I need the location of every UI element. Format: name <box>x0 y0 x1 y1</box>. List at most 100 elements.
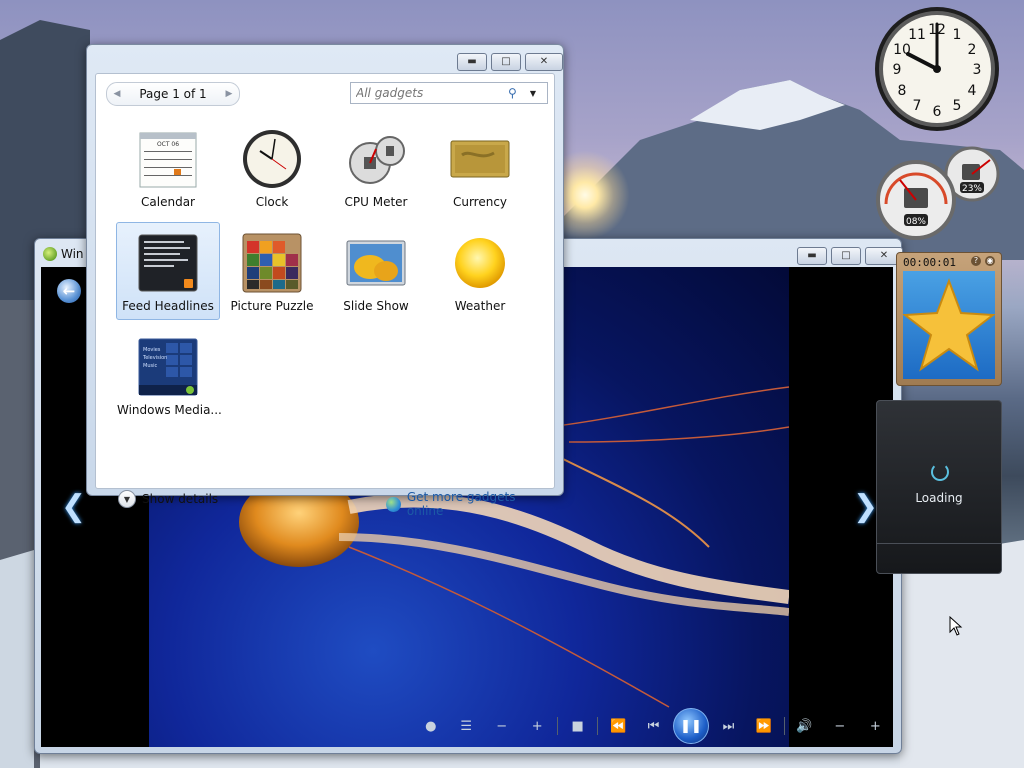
loading-spinner-icon <box>931 463 949 481</box>
gadget-search-box[interactable]: ⚲ ▼ <box>350 82 548 104</box>
stop-button[interactable]: ■ <box>560 708 595 744</box>
cpu-percent: 08% <box>906 217 926 227</box>
list-icon[interactable]: ☰ <box>448 708 483 744</box>
gadget-name: CPU Meter <box>344 195 408 209</box>
clock-number: 11 <box>908 27 926 43</box>
gadget-name: Picture Puzzle <box>230 299 314 313</box>
picture-puzzle-icon <box>242 233 302 293</box>
slide-show-icon <box>346 240 406 286</box>
gadget-name: Clock <box>255 195 289 209</box>
maximize-button[interactable]: □ <box>831 247 861 265</box>
gadget-tile-cpu-meter[interactable]: CPU Meter <box>324 118 428 216</box>
volume-up-button[interactable]: + <box>858 708 893 744</box>
memory-percent: 23% <box>962 184 982 194</box>
record-dot-icon[interactable]: ● <box>413 708 448 744</box>
clock-number: 8 <box>898 83 907 99</box>
chevron-down-icon[interactable]: ▼ <box>524 89 542 98</box>
next-arrow-icon[interactable]: ❯ <box>853 489 878 524</box>
clock-number: 9 <box>893 62 902 78</box>
puzzle-picture[interactable] <box>902 271 996 379</box>
clock-number: 2 <box>968 42 977 58</box>
gadget-name: Feed Headlines <box>122 299 214 313</box>
gadget-tile-picture-puzzle[interactable]: Picture Puzzle <box>220 222 324 320</box>
gadget-tile-calendar[interactable]: OCT 06 Calendar <box>116 118 220 216</box>
gallery-window-controls: ▬ □ ✕ <box>457 53 563 71</box>
clock-number: 4 <box>968 83 977 99</box>
divider <box>877 543 1001 544</box>
mouse-cursor-icon <box>949 616 963 636</box>
calendar-icon: OCT 06 <box>139 132 197 188</box>
clock-number: 1 <box>953 27 962 43</box>
cpu-meter-icon <box>349 136 405 184</box>
gadget-tile-currency[interactable]: Currency <box>428 118 532 216</box>
volume-down-button[interactable]: − <box>822 708 857 744</box>
chevron-down-icon[interactable]: ▼ <box>118 490 136 508</box>
calendar-month: OCT 06 <box>157 141 179 148</box>
zoom-out-button[interactable]: − <box>484 708 519 744</box>
sidebar-feed-headlines-gadget[interactable]: Loading <box>876 400 1002 574</box>
gadget-tile-windows-media[interactable]: Movies Television Music Windows Media... <box>116 326 222 424</box>
back-button[interactable]: ← <box>57 279 81 303</box>
media-player-logo-icon <box>43 247 57 261</box>
gadget-name: Currency <box>452 195 508 209</box>
close-button[interactable]: ✕ <box>525 53 563 71</box>
page-prev-button[interactable]: ◀ <box>107 84 127 104</box>
get-more-gadgets-link[interactable]: Get more gadgets online <box>386 490 554 518</box>
gadget-tile-clock[interactable]: Clock <box>220 118 324 216</box>
media-player-title: Win <box>61 247 84 261</box>
previous-arrow-icon[interactable]: ❮ <box>61 489 86 524</box>
gadget-name: Slide Show <box>343 299 409 313</box>
sun-icon <box>455 238 505 288</box>
help-icon[interactable]: ? <box>971 256 981 266</box>
media-window-controls: ▬ □ ✕ <box>797 247 903 265</box>
clock-number: 7 <box>913 98 922 114</box>
rewind-button[interactable]: ⏪ <box>600 708 635 744</box>
page-label: Page 1 of 1 <box>139 87 207 101</box>
clock-icon <box>243 130 301 188</box>
gadget-name: Windows Media... <box>117 403 222 417</box>
gadget-tile-slide-show[interactable]: Slide Show <box>324 222 428 320</box>
show-details-toggle[interactable]: ▼ Show details <box>118 490 218 508</box>
next-button[interactable]: ⏭ <box>711 708 746 744</box>
sidebar-clock-gadget[interactable]: 12 1 2 3 4 5 6 7 8 9 10 11 <box>874 6 1000 132</box>
minimize-button[interactable]: ▬ <box>457 53 487 71</box>
wmp-tile-item: Movies <box>143 347 161 353</box>
pause-button[interactable]: ❚❚ <box>673 708 709 744</box>
previous-button[interactable]: ⏮ <box>636 708 671 744</box>
puzzle-timer: 00:00:01 <box>903 256 956 269</box>
clock-number: 3 <box>973 62 982 78</box>
wmp-tile-item: Music <box>143 363 157 369</box>
zoom-in-button[interactable]: + <box>519 708 554 744</box>
search-icon[interactable]: ⚲ <box>508 86 524 100</box>
gadget-tile-weather[interactable]: Weather <box>428 222 532 320</box>
fast-forward-button[interactable]: ⏩ <box>746 708 781 744</box>
clock-number: 5 <box>953 98 962 114</box>
media-player-titlebar[interactable]: Win <box>43 247 84 261</box>
separator <box>556 717 558 735</box>
playback-controls: ● ☰ − + ■ ⏪ ⏮ ❚❚ ⏭ ⏩ 🔊 − + <box>413 705 893 747</box>
feed-headlines-icon <box>138 234 198 292</box>
separator <box>597 717 599 735</box>
separator <box>783 717 785 735</box>
get-more-label: Get more gadgets online <box>406 490 516 518</box>
currency-icon <box>450 140 510 178</box>
gadget-name: Weather <box>454 299 506 313</box>
gadget-gallery-window[interactable]: ▬ □ ✕ ◀ Page 1 of 1 ▶ ⚲ ▼ OCT 06 <box>86 44 564 518</box>
maximize-button[interactable]: □ <box>491 53 521 71</box>
wmp-tile-item: Television <box>142 355 167 361</box>
show-details-label: Show details <box>142 492 219 506</box>
volume-icon[interactable]: 🔊 <box>787 708 822 744</box>
star-icon <box>902 278 996 372</box>
gadget-tile-feed-headlines[interactable]: Feed Headlines <box>116 222 220 320</box>
clock-number: 6 <box>933 104 942 120</box>
minimize-button[interactable]: ▬ <box>797 247 827 265</box>
sidebar-picture-puzzle-gadget[interactable]: 00:00:01 ? ◉ <box>896 252 1002 386</box>
sidebar-cpu-meter-gadget[interactable]: 08% 23% <box>876 144 1000 240</box>
picture-icon[interactable]: ◉ <box>985 256 995 266</box>
page-navigator: ◀ Page 1 of 1 ▶ <box>106 82 240 106</box>
windows-media-icon: Movies Television Music <box>138 338 198 396</box>
globe-icon <box>386 496 401 512</box>
gadget-search-input[interactable] <box>351 85 508 101</box>
gadget-name: Calendar <box>141 195 195 209</box>
page-next-button[interactable]: ▶ <box>219 84 239 104</box>
